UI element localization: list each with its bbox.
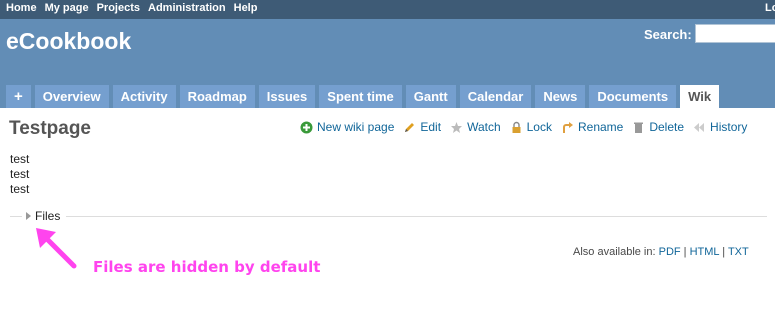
contextual-actions: New wiki page Edit Watch Lock Rename Delete Hi… [300, 120, 747, 134]
lock-icon [510, 121, 523, 134]
top-menu-item-administration[interactable]: Administration [148, 2, 226, 14]
other-formats-label: Also available in: [573, 246, 656, 258]
history-link[interactable]: History [693, 120, 747, 134]
files-legend-label: Files [35, 209, 61, 223]
tab-calendar[interactable]: Calendar [459, 85, 532, 108]
star-icon [450, 121, 463, 134]
tab-roadmap[interactable]: Roadmap [179, 85, 255, 108]
wiki-text-line: test [10, 152, 30, 166]
tab-issues[interactable]: Issues [258, 85, 316, 108]
contextual-link-label: Watch [467, 120, 501, 134]
export-pdf-link[interactable]: PDF [659, 246, 681, 258]
project-title[interactable]: eCookbook [6, 28, 131, 55]
fieldset-legend-line-right [66, 216, 767, 217]
files-toggle[interactable]: Files [24, 209, 63, 223]
top-menu-item-help[interactable]: Help [234, 2, 258, 14]
export-txt-link[interactable]: TXT [728, 246, 749, 258]
pencil-icon [403, 121, 416, 134]
tab-gantt[interactable]: Gantt [405, 85, 456, 108]
tab-activity[interactable]: Activity [112, 85, 176, 108]
search-input[interactable] [695, 24, 775, 43]
wiki-text-line: test [10, 167, 30, 181]
tab-news[interactable]: News [535, 85, 586, 108]
collapse-triangle-icon [26, 212, 31, 220]
contextual-link-label: New wiki page [317, 120, 395, 134]
annotation-arrow-icon [36, 228, 77, 269]
tab-spent-time[interactable]: Spent time [319, 85, 402, 108]
contextual-link-label: History [710, 120, 748, 134]
wiki-content: test test test [10, 152, 29, 197]
tab-overview[interactable]: Overview [34, 85, 109, 108]
fieldset-legend-line-left [10, 216, 22, 217]
page-title: Testpage [9, 118, 92, 139]
edit-link[interactable]: Edit [403, 120, 441, 134]
contextual-link-label: Lock [526, 120, 552, 134]
top-menu-item-projects[interactable]: Projects [97, 2, 140, 14]
files-fieldset: Files [10, 208, 767, 223]
top-menu-login-link[interactable]: Lo [765, 2, 775, 14]
header: eCookbook Search: + Overview Activity Roadm… [0, 19, 775, 108]
watch-link[interactable]: Watch [450, 120, 501, 134]
trash-icon [632, 121, 645, 134]
main-menu-tabs: + Overview Activity Roadmap Issues Spent time… [6, 85, 720, 108]
tab-wiki[interactable]: Wik [680, 85, 720, 108]
tab-new[interactable]: + [6, 85, 31, 108]
new-wiki-page-link[interactable]: New wiki page [300, 120, 394, 134]
rename-arrow-icon [561, 121, 574, 134]
lock-link[interactable]: Lock [510, 120, 552, 134]
delete-link[interactable]: Delete [632, 120, 684, 134]
contextual-link-label: Edit [420, 120, 442, 134]
export-html-link[interactable]: HTML [690, 246, 720, 258]
add-icon [300, 121, 313, 134]
top-menu-item-home[interactable]: Home [6, 2, 37, 14]
contextual-link-label: Rename [577, 120, 624, 134]
history-icon [693, 121, 706, 134]
other-formats: Also available in: PDF | HTML | TXT [573, 246, 749, 258]
top-menu-item-my-page[interactable]: My page [45, 2, 89, 14]
contextual-link-label: Delete [649, 120, 685, 134]
annotation-text: Files are hidden by default [93, 258, 321, 276]
wiki-text-line: test [10, 182, 30, 196]
tab-documents[interactable]: Documents [589, 85, 677, 108]
rename-link[interactable]: Rename [561, 120, 623, 134]
top-menu: Home My page Projects Administration Help Lo [0, 0, 775, 19]
search-label: Search: [644, 27, 692, 42]
